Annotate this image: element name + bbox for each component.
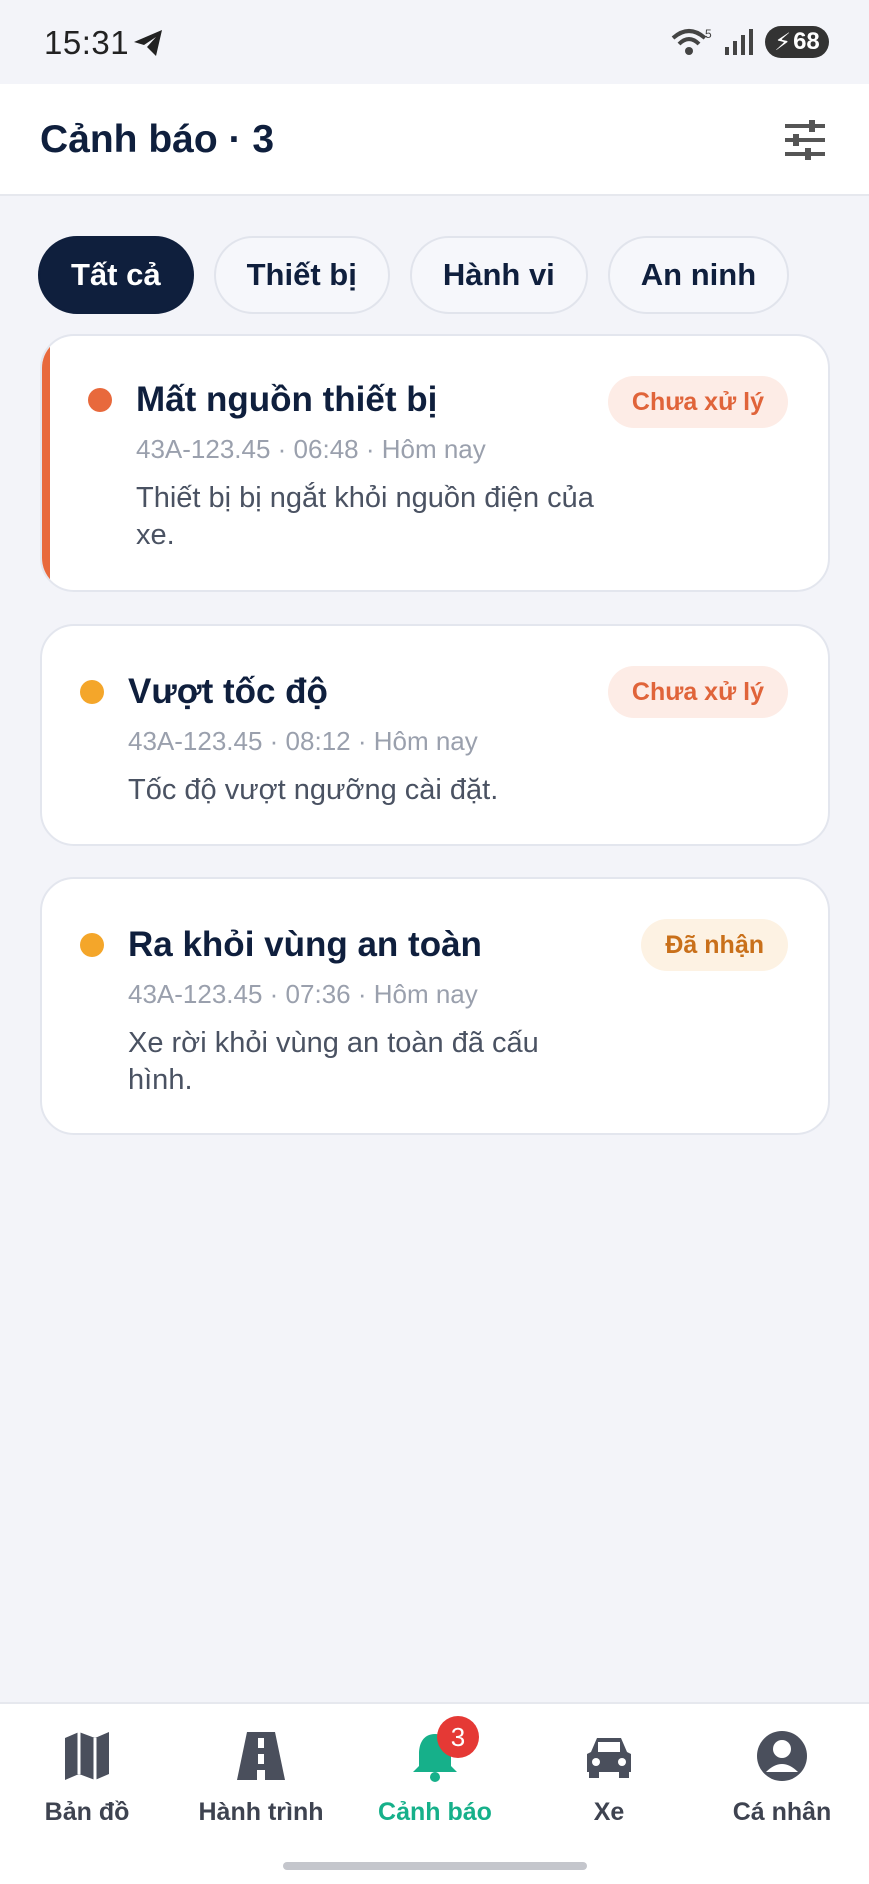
alert-meta: 43A-123.45 · 07:36 · Hôm nay bbox=[128, 979, 478, 1009]
severity-dot bbox=[80, 680, 104, 704]
nav-label: Xe bbox=[593, 1798, 625, 1826]
status-badge: Chưa xử lý bbox=[607, 666, 788, 718]
battery-level: 68 bbox=[793, 28, 820, 55]
chip-behavior[interactable]: Hành vi bbox=[409, 236, 588, 314]
severity-dot bbox=[80, 933, 104, 957]
map-icon bbox=[65, 1732, 109, 1780]
signal-icon bbox=[725, 29, 753, 55]
charging-icon: ⚡ bbox=[774, 28, 792, 56]
nav-alerts[interactable]: 3 Cảnh báo bbox=[348, 1716, 522, 1838]
status-indicators: 5 ⚡ 68 bbox=[671, 24, 829, 60]
car-icon bbox=[587, 1738, 631, 1778]
nav-label: Cảnh báo bbox=[378, 1798, 492, 1826]
bottom-navigation: Bản đồ Hành trình 3 Cảnh báo Xe Cá nhân bbox=[0, 1702, 869, 1884]
alert-card[interactable]: Vượt tốc độ Chưa xử lý 43A-123.45 · 08:1… bbox=[40, 624, 830, 846]
home-indicator[interactable] bbox=[283, 1862, 587, 1870]
battery-indicator: ⚡ 68 bbox=[765, 26, 829, 58]
nav-trips[interactable]: Hành trình bbox=[174, 1728, 348, 1838]
nav-label: Bản đồ bbox=[44, 1798, 130, 1826]
chip-security[interactable]: An ninh bbox=[607, 236, 790, 314]
alert-accent-bar bbox=[42, 336, 50, 590]
alert-meta: 43A-123.45 · 06:48 · Hôm nay bbox=[136, 434, 486, 464]
page-title: Cảnh báo · 3 bbox=[40, 118, 275, 161]
app-header: Cảnh báo · 3 bbox=[0, 84, 869, 196]
road-icon bbox=[237, 1732, 285, 1780]
chip-device[interactable]: Thiết bị bbox=[213, 236, 390, 314]
profile-icon bbox=[757, 1731, 807, 1781]
nav-profile[interactable]: Cá nhân bbox=[695, 1728, 869, 1838]
filter-chips: Tất cả Thiết bị Hành vi An ninh bbox=[38, 236, 790, 314]
nav-label: Cá nhân bbox=[732, 1798, 832, 1826]
bell-icon-wrapper: 3 bbox=[407, 1716, 479, 1784]
alert-description: Xe rời khỏi vùng an toàn đã cấu hình. bbox=[128, 1027, 539, 1096]
status-badge: Đã nhận bbox=[641, 919, 788, 971]
alerts-count-badge: 3 bbox=[437, 1716, 479, 1758]
wifi-icon: 5 bbox=[671, 27, 712, 55]
alert-meta: 43A-123.45 · 08:12 · Hôm nay bbox=[128, 726, 478, 756]
status-time: 15:31 bbox=[44, 24, 130, 61]
alert-card[interactable]: Mất nguồn thiết bị Chưa xử lý 43A-123.45… bbox=[40, 334, 830, 592]
filter-sliders-icon[interactable] bbox=[783, 118, 827, 162]
alert-description: Thiết bị bị ngắt khỏi nguồn điện của xe. bbox=[136, 482, 594, 551]
chip-all[interactable]: Tất cả bbox=[38, 236, 194, 314]
alert-description: Tốc độ vượt ngưỡng cài đặt. bbox=[128, 774, 499, 806]
alert-title: Vượt tốc độ bbox=[128, 672, 328, 711]
alert-title: Ra khỏi vùng an toàn bbox=[128, 925, 482, 964]
status-bar: 15:31 5 ⚡ 68 bbox=[0, 0, 869, 84]
severity-dot bbox=[88, 388, 112, 412]
telegram-icon bbox=[134, 30, 162, 56]
status-badge: Chưa xử lý bbox=[607, 376, 788, 428]
nav-map[interactable]: Bản đồ bbox=[0, 1728, 174, 1838]
alert-title: Mất nguồn thiết bị bbox=[136, 380, 438, 419]
network-label: 5 bbox=[705, 27, 712, 41]
nav-label: Hành trình bbox=[198, 1798, 324, 1826]
alert-card[interactable]: Ra khỏi vùng an toàn Đã nhận 43A-123.45 … bbox=[40, 877, 830, 1135]
nav-vehicle[interactable]: Xe bbox=[522, 1728, 696, 1838]
